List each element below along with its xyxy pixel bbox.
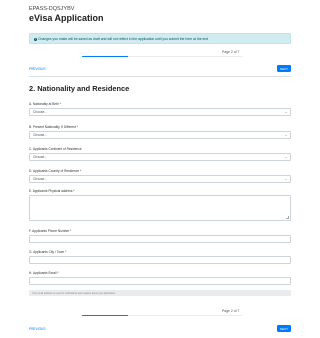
continent-of-residence-value: Choose... <box>33 154 48 159</box>
nationality-at-birth-value: Choose... <box>33 109 48 114</box>
country-of-residence-value: Choose... <box>33 176 48 181</box>
page-indicator-bottom: Page 2 of 7 <box>222 309 240 313</box>
alert-text: Changes you make will be saved as draft … <box>38 36 209 41</box>
chevron-down-icon: ⌄ <box>284 177 288 182</box>
divider <box>29 76 291 77</box>
phone-number-label: F. Applicants Phone Number * <box>29 229 72 233</box>
physical-address-textarea[interactable] <box>29 195 291 221</box>
present-nationality-select[interactable]: Choose... ⌄ <box>29 131 291 139</box>
continent-of-residence-select[interactable]: Choose... ⌄ <box>29 153 291 161</box>
previous-link-bottom[interactable]: PREVIOUS <box>29 327 45 331</box>
previous-link-top[interactable]: PREVIOUS <box>29 67 45 71</box>
section-title: 2. Nationality and Residence <box>29 84 130 93</box>
chevron-down-icon: ⌄ <box>284 133 288 138</box>
country-of-residence-select[interactable]: Choose... ⌄ <box>29 175 291 183</box>
continent-of-residence-label: C. Applicants Continent of Residence <box>29 147 82 151</box>
chevron-down-icon: ⌄ <box>284 155 288 160</box>
email-help-note: Your email address is used for notificat… <box>29 290 291 296</box>
email-input[interactable] <box>29 277 291 285</box>
nationality-at-birth-label: A. Nationality at Birth * <box>29 102 61 106</box>
resize-handle-icon[interactable] <box>286 216 289 219</box>
next-button-bottom[interactable]: NEXT <box>277 325 291 332</box>
city-town-label: G. Applicants City / Town * <box>29 250 67 254</box>
present-nationality-value: Choose... <box>33 132 48 137</box>
chevron-down-icon: ⌄ <box>284 110 288 115</box>
page-title: eVisa Application <box>29 13 104 23</box>
page-indicator-top: Page 2 of 7 <box>222 50 240 54</box>
phone-number-input[interactable] <box>29 235 291 243</box>
nationality-at-birth-select[interactable]: Choose... ⌄ <box>29 108 291 116</box>
physical-address-label: E. Applicants Physical address * <box>29 189 75 193</box>
progress-bar-fill <box>82 315 128 317</box>
country-of-residence-label: D. Applicants Country of Residence * <box>29 169 82 173</box>
next-button-top[interactable]: NEXT <box>277 65 291 72</box>
progress-bar-top <box>82 56 242 58</box>
progress-bar-bottom <box>82 315 242 317</box>
email-label: H. Applicants Email * <box>29 271 59 275</box>
progress-bar-fill <box>82 56 128 58</box>
city-town-input[interactable] <box>29 256 291 264</box>
draft-info-alert: i Changes you make will be saved as draf… <box>29 33 291 44</box>
present-nationality-label: B. Present Nationality, If Different * <box>29 125 78 129</box>
info-icon: i <box>33 37 37 41</box>
application-reference: EPASS-DQSJYBV <box>29 6 75 12</box>
